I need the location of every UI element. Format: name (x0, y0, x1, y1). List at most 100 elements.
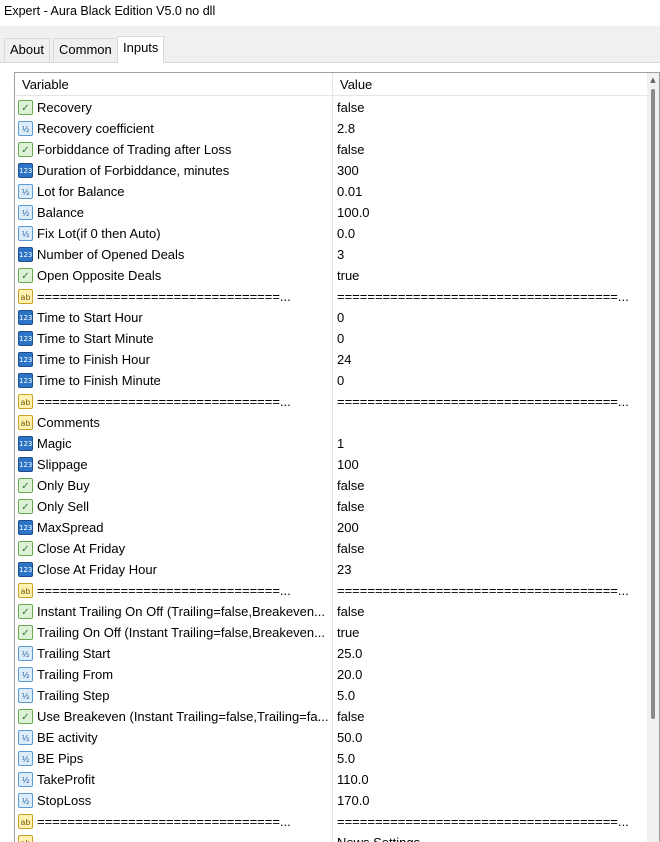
variable-name: ================================... (37, 814, 291, 829)
tab-common[interactable]: Common (53, 38, 118, 62)
value-cell[interactable]: 2.8 (337, 118, 643, 139)
value-cell[interactable]: =====================================... (337, 286, 643, 307)
table-row[interactable]: ✓ Open Opposite Deals true (15, 265, 647, 286)
int-icon: 123 (18, 457, 33, 472)
value-cell[interactable]: false (337, 706, 643, 727)
bool-icon: ✓ (18, 541, 33, 556)
value-cell[interactable]: false (337, 97, 643, 118)
value-cell[interactable]: false (337, 538, 643, 559)
value-cell[interactable]: 20.0 (337, 664, 643, 685)
table-row[interactable]: ½ Trailing Start 25.0 (15, 643, 647, 664)
scroll-thumb[interactable] (651, 89, 655, 719)
table-row[interactable]: ½ Balance 100.0 (15, 202, 647, 223)
column-divider (332, 559, 333, 580)
double-icon: ½ (18, 772, 33, 787)
value-cell[interactable]: 0.0 (337, 223, 643, 244)
table-row[interactable]: ✓ Trailing On Off (Instant Trailing=false… (15, 622, 647, 643)
string-icon: ab (18, 415, 33, 430)
value-cell[interactable]: 23 (337, 559, 643, 580)
table-row[interactable]: ½ Recovery coefficient 2.8 (15, 118, 647, 139)
table-row[interactable]: 123 Number of Opened Deals 3 (15, 244, 647, 265)
value-cell[interactable]: 0.01 (337, 181, 643, 202)
column-header-variable[interactable]: Variable (15, 73, 332, 96)
column-divider (332, 118, 333, 139)
table-row[interactable]: ✓ Use Breakeven (Instant Trailing=false,T… (15, 706, 647, 727)
tab-inputs[interactable]: Inputs (117, 36, 165, 63)
table-row[interactable]: ab ================================... ===… (15, 811, 647, 832)
value-cell[interactable] (337, 412, 643, 433)
value-cell[interactable]: false (337, 475, 643, 496)
value-cell[interactable]: 110.0 (337, 769, 643, 790)
value-cell[interactable]: 24 (337, 349, 643, 370)
table-row[interactable]: 123 Slippage 100 (15, 454, 647, 475)
table-row[interactable]: ab ================================... ===… (15, 391, 647, 412)
value-cell[interactable]: 0 (337, 370, 643, 391)
table-row[interactable]: ½ Fix Lot(if 0 then Auto) 0.0 (15, 223, 647, 244)
value-cell[interactable]: =====================================... (337, 811, 643, 832)
column-divider (332, 307, 333, 328)
value-cell[interactable]: 50.0 (337, 727, 643, 748)
table-row[interactable]: 123 Magic 1 (15, 433, 647, 454)
variable-name: Close At Friday Hour (37, 562, 157, 577)
table-row[interactable]: 123 Time to Finish Hour 24 (15, 349, 647, 370)
variable-name: Recovery (37, 100, 92, 115)
table-row[interactable]: 123 Time to Finish Minute 0 (15, 370, 647, 391)
value-cell[interactable]: 1 (337, 433, 643, 454)
value-cell[interactable]: News Settings (337, 832, 643, 842)
value-cell[interactable]: 100.0 (337, 202, 643, 223)
column-divider (332, 601, 333, 622)
value-cell[interactable]: 300 (337, 160, 643, 181)
column-header-value[interactable]: Value (333, 73, 647, 96)
table-row[interactable]: ✓ Close At Friday false (15, 538, 647, 559)
value-cell[interactable]: 170.0 (337, 790, 643, 811)
table-row[interactable]: ab ================================... ===… (15, 580, 647, 601)
inputs-grid: Variable Value ✓ Recovery false ½ Recovery c… (14, 72, 660, 842)
value-cell[interactable]: 25.0 (337, 643, 643, 664)
column-divider (332, 181, 333, 202)
variable-name: Instant Trailing On Off (Trailing=false,… (37, 604, 325, 619)
table-row[interactable]: 123 MaxSpread 200 (15, 517, 647, 538)
scroll-up-arrow-icon[interactable]: ▲ (647, 73, 659, 87)
value-cell[interactable]: 5.0 (337, 685, 643, 706)
variable-name (37, 832, 329, 842)
table-row[interactable]: 123 Close At Friday Hour 23 (15, 559, 647, 580)
table-row[interactable]: 123 Duration of Forbiddance, minutes 300 (15, 160, 647, 181)
table-row[interactable]: ½ BE Pips 5.0 (15, 748, 647, 769)
table-row[interactable]: ab News Settings (15, 832, 647, 842)
int-icon: 123 (18, 163, 33, 178)
value-cell[interactable]: 3 (337, 244, 643, 265)
double-icon: ½ (18, 667, 33, 682)
value-cell[interactable]: 200 (337, 517, 643, 538)
variable-name: BE Pips (37, 751, 84, 766)
value-cell[interactable]: 0 (337, 328, 643, 349)
table-row[interactable]: ½ TakeProfit 110.0 (15, 769, 647, 790)
value-cell[interactable]: false (337, 496, 643, 517)
table-row[interactable]: ab ================================... ===… (15, 286, 647, 307)
value-cell[interactable]: true (337, 265, 643, 286)
value-cell[interactable]: false (337, 139, 643, 160)
table-row[interactable]: ✓ Forbiddance of Trading after Loss false (15, 139, 647, 160)
table-row[interactable]: ab Comments (15, 412, 647, 433)
value-cell[interactable]: false (337, 601, 643, 622)
table-row[interactable]: ½ Trailing Step 5.0 (15, 685, 647, 706)
value-cell[interactable]: 0 (337, 307, 643, 328)
value-cell[interactable]: true (337, 622, 643, 643)
value-cell[interactable]: =====================================... (337, 391, 643, 412)
table-row[interactable]: ✓ Only Buy false (15, 475, 647, 496)
value-cell[interactable]: 5.0 (337, 748, 643, 769)
vertical-scrollbar[interactable]: ▲ (647, 73, 659, 842)
table-row[interactable]: ✓ Only Sell false (15, 496, 647, 517)
table-row[interactable]: ✓ Instant Trailing On Off (Trailing=false… (15, 601, 647, 622)
column-divider (332, 328, 333, 349)
table-row[interactable]: ½ BE activity 50.0 (15, 727, 647, 748)
table-row[interactable]: 123 Time to Start Minute 0 (15, 328, 647, 349)
table-row[interactable]: ½ Trailing From 20.0 (15, 664, 647, 685)
variable-name: Time to Start Minute (37, 331, 154, 346)
value-cell[interactable]: =====================================... (337, 580, 643, 601)
tab-about[interactable]: About (4, 38, 50, 62)
table-row[interactable]: ✓ Recovery false (15, 97, 647, 118)
table-row[interactable]: ½ StopLoss 170.0 (15, 790, 647, 811)
value-cell[interactable]: 100 (337, 454, 643, 475)
table-row[interactable]: ½ Lot for Balance 0.01 (15, 181, 647, 202)
table-row[interactable]: 123 Time to Start Hour 0 (15, 307, 647, 328)
